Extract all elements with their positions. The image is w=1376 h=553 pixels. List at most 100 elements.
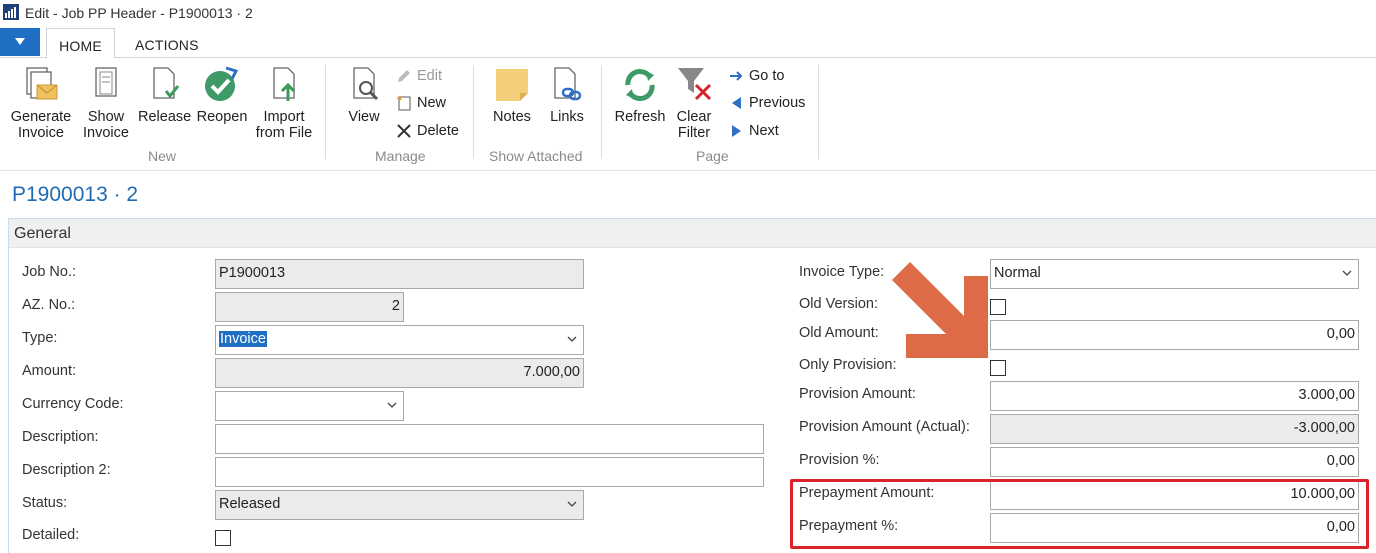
group-label-manage: Manage	[375, 148, 426, 164]
type-select[interactable]: Invoice	[215, 325, 584, 355]
currency-code-label: Currency Code:	[22, 396, 124, 412]
tab-actions[interactable]: ACTIONS	[123, 28, 211, 59]
currency-code-select[interactable]	[215, 391, 404, 421]
old-version-checkbox[interactable]	[990, 299, 1006, 315]
provision-amount-actual-label: Provision Amount (Actual):	[799, 419, 970, 435]
chevron-down-icon	[1342, 270, 1352, 276]
import-from-file-button[interactable]: Import from File	[254, 59, 314, 141]
az-no-label: AZ. No.:	[22, 297, 76, 313]
generate-invoice-button[interactable]: Generate Invoice	[8, 59, 74, 141]
window-title: Edit - Job PP Header - P1900013 · 2	[25, 5, 253, 21]
refresh-label: Refresh	[614, 109, 666, 125]
az-no-field[interactable]: 2	[215, 292, 404, 322]
show-invoice-button[interactable]: Show Invoice	[80, 59, 132, 141]
description-field[interactable]	[215, 424, 764, 454]
invoice-type-label: Invoice Type:	[799, 264, 885, 280]
release-label: Release	[138, 109, 192, 125]
triangle-right-icon	[732, 125, 741, 137]
previous-label: Previous	[749, 95, 806, 111]
dropdown-triangle-icon	[15, 38, 25, 45]
only-provision-checkbox[interactable]	[990, 360, 1006, 376]
release-button[interactable]: Release	[138, 59, 192, 125]
refresh-button[interactable]: Refresh	[612, 59, 668, 125]
general-fasttab-header[interactable]: General	[9, 219, 1376, 248]
invoice-type-value: Normal	[994, 265, 1041, 281]
ribbon: Generate Invoice Show Invoice Release Re…	[0, 59, 1376, 171]
view-icon	[353, 67, 379, 101]
show-invoice-label: Show Invoice	[83, 109, 129, 141]
new-label: New	[417, 95, 447, 111]
old-amount-field[interactable]: 0,00	[990, 320, 1359, 350]
job-no-field[interactable]: P1900013	[215, 259, 584, 289]
release-icon	[153, 67, 180, 99]
job-no-label: Job No.:	[22, 264, 76, 280]
new-document-icon	[397, 95, 411, 111]
detailed-checkbox[interactable]	[215, 530, 231, 546]
provision-pct-label: Provision %:	[799, 452, 880, 468]
previous-button[interactable]: Previous	[728, 93, 813, 113]
annotation-arrow-icon	[892, 262, 988, 358]
annotation-highlight-box	[790, 479, 1369, 549]
delete-x-icon	[397, 124, 411, 138]
provision-amount-actual-field[interactable]: -3.000,00	[990, 414, 1359, 444]
status-select[interactable]: Released	[215, 490, 584, 520]
provision-amount-actual-value: -3.000,00	[1293, 420, 1355, 436]
provision-amount-field[interactable]: 3.000,00	[990, 381, 1359, 411]
app-menu-button[interactable]	[0, 28, 40, 56]
old-amount-value: 0,00	[1326, 326, 1355, 342]
chevron-down-icon	[387, 402, 397, 408]
page-title: P1900013 · 2	[12, 183, 139, 206]
delete-button[interactable]: Delete	[396, 121, 466, 141]
description2-field[interactable]	[215, 457, 764, 487]
status-value: Released	[219, 496, 281, 512]
notes-button[interactable]: Notes	[488, 59, 536, 125]
edit-button[interactable]: Edit	[396, 66, 456, 86]
clear-filter-button[interactable]: Clear Filter	[672, 59, 716, 141]
go-to-button[interactable]: Go to	[728, 66, 798, 86]
clear-filter-label: Clear Filter	[676, 109, 712, 141]
amount-field[interactable]: 7.000,00	[215, 358, 584, 388]
provision-pct-field[interactable]: 0,00	[990, 447, 1359, 477]
group-separator	[473, 65, 474, 159]
reopen-label: Reopen	[196, 109, 248, 125]
import-from-file-label: Import from File	[255, 109, 313, 141]
edit-label: Edit	[417, 68, 442, 84]
arrow-right-icon	[730, 71, 743, 81]
delete-label: Delete	[417, 123, 459, 139]
title-bar: Edit - Job PP Header - P1900013 · 2	[0, 0, 1376, 27]
notes-label: Notes	[493, 109, 531, 125]
group-separator	[325, 65, 326, 159]
links-button[interactable]: Links	[544, 59, 590, 125]
generate-invoice-label: Generate Invoice	[10, 109, 72, 141]
reopen-button[interactable]: Reopen	[195, 59, 249, 125]
ribbon-tab-strip: HOME ACTIONS	[0, 28, 1376, 59]
group-separator	[818, 65, 819, 159]
chevron-down-icon	[567, 501, 577, 507]
next-label: Next	[749, 123, 779, 139]
amount-label: Amount:	[22, 363, 76, 379]
view-button[interactable]: View	[340, 59, 388, 125]
provision-pct-value: 0,00	[1326, 453, 1355, 469]
group-label-page: Page	[696, 148, 729, 164]
new-button[interactable]: New	[396, 93, 456, 113]
refresh-icon	[625, 69, 655, 101]
fasttab-title: General	[14, 225, 71, 242]
generate-invoice-icon	[26, 67, 58, 100]
clear-filter-icon	[678, 68, 712, 101]
description-label: Description:	[22, 429, 99, 445]
triangle-left-icon	[732, 97, 741, 109]
chevron-down-icon	[567, 336, 577, 342]
az-no-value: 2	[391, 298, 400, 314]
links-icon	[554, 67, 582, 101]
reopen-icon	[205, 66, 239, 101]
links-label: Links	[550, 109, 584, 125]
type-label: Type:	[22, 330, 58, 346]
group-label-new: New	[148, 148, 177, 164]
show-invoice-icon	[95, 67, 117, 97]
invoice-type-select[interactable]: Normal	[990, 259, 1359, 289]
old-amount-label: Old Amount:	[799, 325, 879, 341]
next-button[interactable]: Next	[728, 121, 788, 141]
detailed-label: Detailed:	[22, 527, 80, 543]
view-label: View	[348, 109, 380, 125]
tab-home[interactable]: HOME	[46, 28, 115, 59]
